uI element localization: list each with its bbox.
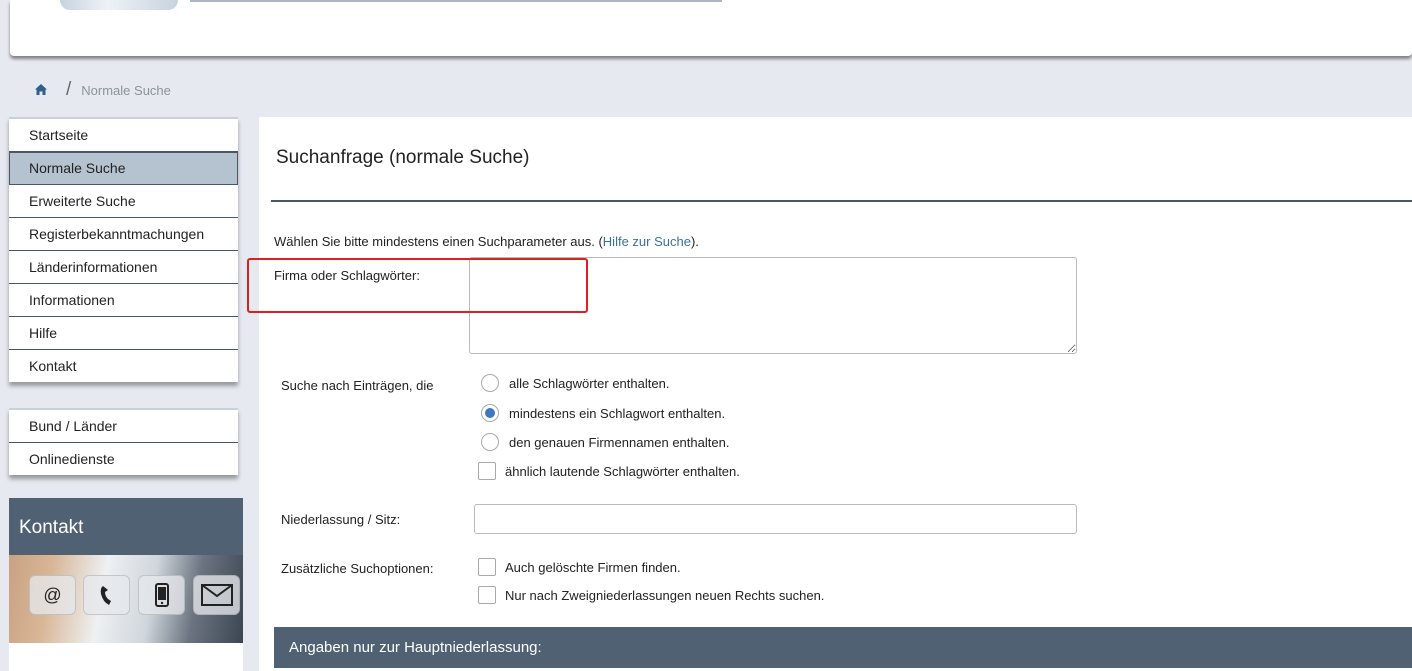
page-title: Suchanfrage (normale Suche) bbox=[276, 147, 530, 168]
breadcrumb-current: Normale Suche bbox=[81, 82, 171, 98]
deleted-firms-label: Auch gelöschte Firmen finden. bbox=[505, 559, 681, 575]
logo[interactable] bbox=[60, 0, 178, 10]
secondary-navigation: Bund / Länder Onlinedienste bbox=[9, 408, 238, 475]
contact-title: Kontakt bbox=[9, 498, 243, 555]
site-header bbox=[10, 0, 1412, 56]
similar-label: ähnlich lautende Schlagwörter enthalten. bbox=[505, 463, 740, 479]
nav-item-onlinedienste[interactable]: Onlinedienste bbox=[9, 443, 238, 475]
keywords-label: Firma oder Schlagwörter: bbox=[274, 268, 420, 283]
location-label: Niederlassung / Sitz: bbox=[281, 512, 401, 527]
contact-image: @ bbox=[9, 555, 243, 643]
nav-item-laenderinformationen[interactable]: Länderinformationen bbox=[9, 251, 238, 284]
nav-item-informationen[interactable]: Informationen bbox=[9, 284, 238, 317]
intro-text: Wählen Sie bitte mindestens einen Suchpa… bbox=[274, 234, 699, 249]
contact-box: Kontakt @ bbox=[9, 498, 243, 671]
help-search-link[interactable]: Hilfe zur Suche bbox=[603, 234, 691, 249]
search-mode-any[interactable]: mindestens ein Schlagwort enthalten. bbox=[481, 404, 725, 422]
extra-options-label: Zusätzliche Suchoptionen: bbox=[281, 561, 434, 576]
deleted-firms-checkbox[interactable] bbox=[478, 558, 496, 576]
radio-any[interactable] bbox=[481, 404, 499, 422]
search-mode-exact[interactable]: den genauen Firmennamen enthalten. bbox=[481, 433, 729, 451]
radio-exact[interactable] bbox=[481, 433, 499, 451]
deleted-firms-option[interactable]: Auch gelöschte Firmen finden. bbox=[478, 558, 681, 576]
title-divider bbox=[271, 200, 1412, 202]
intro-text-end: ). bbox=[690, 234, 699, 249]
search-form-panel: Suchanfrage (normale Suche) Wählen Sie b… bbox=[247, 117, 1412, 671]
keywords-textarea[interactable] bbox=[469, 257, 1077, 354]
radio-any-label: mindestens ein Schlagwort enthalten. bbox=[509, 405, 726, 421]
at-icon[interactable]: @ bbox=[29, 575, 76, 615]
home-icon[interactable] bbox=[34, 83, 48, 97]
similar-option[interactable]: ähnlich lautende Schlagwörter enthalten. bbox=[478, 462, 740, 480]
branches-label: Nur nach Zweigniederlassungen neuen Rech… bbox=[505, 587, 825, 603]
main-navigation: Startseite Normale Suche Erweiterte Such… bbox=[9, 117, 238, 382]
nav-item-kontakt[interactable]: Kontakt bbox=[9, 350, 238, 382]
branches-option[interactable]: Nur nach Zweigniederlassungen neuen Rech… bbox=[478, 586, 824, 604]
similar-checkbox[interactable] bbox=[478, 462, 496, 480]
radio-exact-label: den genauen Firmennamen enthalten. bbox=[509, 434, 730, 450]
mobile-icon[interactable] bbox=[138, 575, 185, 615]
breadcrumb: / Normale Suche bbox=[34, 79, 171, 100]
nav-item-startseite[interactable]: Startseite bbox=[9, 119, 238, 152]
nav-item-normale-suche[interactable]: Normale Suche bbox=[9, 152, 238, 185]
phone-icon[interactable] bbox=[83, 575, 130, 615]
branches-checkbox[interactable] bbox=[478, 586, 496, 604]
nav-item-bund-laender[interactable]: Bund / Länder bbox=[9, 410, 238, 443]
location-input[interactable] bbox=[474, 504, 1077, 534]
intro-text-start: Wählen Sie bitte mindestens einen Suchpa… bbox=[274, 234, 603, 249]
breadcrumb-separator: / bbox=[66, 79, 72, 100]
nav-item-hilfe[interactable]: Hilfe bbox=[9, 317, 238, 350]
header-divider bbox=[190, 0, 722, 2]
radio-all-label: alle Schlagwörter enthalten. bbox=[509, 375, 670, 391]
envelope-icon[interactable] bbox=[193, 575, 240, 615]
section-header-hauptniederlassung: Angaben nur zur Hauptniederlassung: bbox=[274, 627, 1412, 668]
nav-item-registerbekanntmachungen[interactable]: Registerbekanntmachungen bbox=[9, 218, 238, 251]
nav-item-erweiterte-suche[interactable]: Erweiterte Suche bbox=[9, 185, 238, 218]
search-mode-all[interactable]: alle Schlagwörter enthalten. bbox=[481, 374, 669, 392]
radio-all[interactable] bbox=[481, 374, 499, 392]
search-mode-label: Suche nach Einträgen, die bbox=[281, 378, 434, 393]
